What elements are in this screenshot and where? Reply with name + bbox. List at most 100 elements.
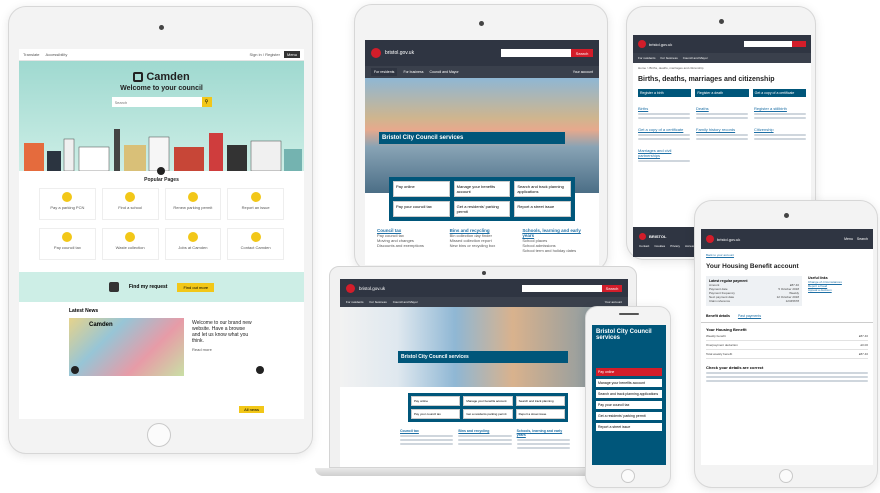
phone-service-item[interactable]: Pay online — [596, 368, 662, 376]
phone-service-item[interactable]: Pay your council tax — [596, 401, 662, 409]
tab-council[interactable]: Council and Mayor — [429, 70, 458, 74]
search-button[interactable]: Search — [571, 49, 593, 57]
tile-icon — [250, 232, 261, 242]
camden-hero: Camden Welcome to your council ⚲ — [19, 61, 304, 175]
popular-tile[interactable]: Renew parking permit — [164, 188, 222, 220]
column-heading[interactable]: Schools, learning and early years — [522, 228, 589, 238]
hero-photo: Bristol City Council services — [365, 78, 599, 193]
service-link[interactable]: Manage your benefits account — [463, 396, 513, 406]
service-link[interactable]: Pay your council tax — [393, 201, 450, 217]
find-out-more-button[interactable]: Find out more — [177, 282, 215, 292]
news-read-more[interactable]: Read more — [192, 347, 252, 352]
register-birth-button[interactable]: Register a birth — [638, 89, 692, 97]
footer-link[interactable]: Cookies — [654, 244, 665, 248]
column-link[interactable]: New bins or recycling box — [450, 243, 517, 248]
sign-in-link[interactable]: Sign in / Register — [250, 52, 280, 57]
tab-business[interactable]: For business — [661, 56, 678, 60]
tab-council[interactable]: Council and Mayor — [393, 300, 418, 304]
tile-icon — [125, 232, 136, 242]
search-button[interactable] — [792, 41, 806, 47]
service-link[interactable]: Get a residents' parking permit — [453, 201, 511, 217]
popular-tile[interactable]: Find a school — [101, 188, 159, 220]
register-death-button[interactable]: Register a death — [695, 89, 749, 97]
search-input[interactable] — [744, 41, 792, 47]
column-heading[interactable]: Bins and recycling — [458, 429, 511, 433]
tab-residents[interactable]: For residents — [638, 56, 656, 60]
translate-link[interactable]: Translate — [23, 52, 40, 57]
popular-tile[interactable]: Jobs at Camden — [164, 228, 222, 260]
service-link[interactable]: Pay online — [393, 181, 450, 197]
breadcrumb[interactable]: Home > Births, deaths, marriages and cit… — [633, 63, 811, 73]
request-icon — [108, 282, 119, 292]
service-link[interactable]: Pay your council tax — [411, 409, 461, 419]
tab-benefit-details[interactable]: Benefit details — [706, 314, 730, 318]
service-link[interactable]: Manage your benefits account — [453, 181, 511, 197]
accessibility-link[interactable]: Accessibility — [46, 52, 68, 57]
column-link[interactable]: Discounts and exemptions — [377, 243, 444, 248]
footer-link[interactable]: Privacy — [670, 244, 680, 248]
your-account-link[interactable]: Your account — [573, 70, 593, 74]
service-link[interactable]: Pay online — [411, 396, 461, 406]
tab-past-payments[interactable]: Past payments — [738, 314, 761, 318]
useful-link[interactable]: Appeal a decision — [808, 288, 868, 292]
breadcrumb[interactable]: Back to your account — [701, 249, 873, 261]
popular-tile[interactable]: Pay a parking PCN — [39, 188, 96, 220]
all-news-button[interactable]: All news — [239, 406, 264, 413]
section-link[interactable]: Deaths — [696, 106, 748, 111]
service-link[interactable]: Search and track planning — [515, 396, 565, 406]
column-heading[interactable]: Schools, learning and early years — [517, 429, 570, 437]
phone-service-item[interactable]: Report a street issue — [596, 423, 662, 431]
news-next-button[interactable] — [256, 366, 264, 374]
hero-dot-button[interactable] — [157, 167, 165, 175]
section-link[interactable]: Marriages and civil partnerships — [638, 148, 690, 158]
section-link[interactable]: Family history records — [696, 127, 748, 132]
tab-residents[interactable]: For residents — [346, 300, 364, 304]
footer-logo: BRISTOL — [649, 234, 667, 239]
footer-link[interactable]: Contact — [639, 244, 649, 248]
phone-hero: Bristol City Council services — [592, 325, 666, 365]
popular-pages-heading: Popular Pages — [144, 177, 179, 183]
phone-service-item[interactable]: Get a residents' parking permit — [596, 412, 662, 420]
section-link[interactable]: Register a stillbirth — [754, 106, 806, 111]
tablet-camera — [479, 21, 484, 26]
section-link[interactable]: Get a copy of a certificate — [638, 127, 690, 132]
menu-button[interactable]: Menu — [283, 51, 300, 58]
service-link[interactable]: Search and track planning applications — [514, 181, 571, 197]
search-button[interactable]: ⚲ — [201, 97, 212, 107]
service-link[interactable]: Report a street issue — [514, 201, 571, 217]
your-account-link[interactable]: Your account — [605, 300, 622, 304]
search-input[interactable] — [111, 97, 202, 107]
phone-service-item[interactable]: Manage your benefits account — [596, 379, 662, 387]
devices-showcase: Translate Accessibility Sign in / Regist… — [0, 0, 880, 493]
popular-tile[interactable]: Waste collection — [101, 228, 159, 260]
column-heading[interactable]: Council tax — [400, 429, 453, 433]
news-title[interactable]: Welcome to our brand new website. Have a… — [192, 320, 252, 344]
tab-business[interactable]: For business — [403, 70, 423, 74]
latest-news-heading: Latest News — [69, 308, 99, 314]
popular-tile[interactable]: Report an issue — [227, 188, 284, 220]
tile-icon — [62, 232, 73, 242]
news-prev-button[interactable] — [71, 366, 79, 374]
service-link[interactable]: Get a residents parking permit — [463, 409, 513, 419]
search-button[interactable]: Search — [857, 237, 868, 241]
tab-council[interactable]: Council and Mayor — [683, 56, 708, 60]
search-input[interactable] — [522, 284, 602, 292]
section-link[interactable]: Births — [638, 106, 690, 111]
tile-icon — [187, 192, 198, 202]
popular-tile[interactable]: Pay council tax — [39, 228, 96, 260]
copy-certificate-button[interactable]: Get a copy of a certificate — [752, 89, 806, 97]
tablet-camera — [719, 19, 724, 24]
bristol-crest-icon — [638, 40, 646, 48]
menu-button[interactable]: Menu — [844, 237, 853, 241]
popular-tile[interactable]: Contact Camden — [227, 228, 284, 260]
skyline-illustration — [24, 129, 302, 171]
tab-residents[interactable]: For residents — [371, 68, 398, 76]
service-link[interactable]: Report a street issue — [515, 409, 565, 419]
search-input[interactable] — [501, 49, 571, 57]
page-title: Births, deaths, marriages and citizenshi… — [638, 76, 775, 83]
search-button[interactable]: Search — [602, 284, 622, 292]
section-link[interactable]: Citizenship — [754, 127, 806, 132]
phone-service-item[interactable]: Search and track planning applications — [596, 390, 662, 398]
column-link[interactable]: School term and holiday dates — [522, 248, 589, 253]
tab-business[interactable]: For business — [370, 300, 387, 304]
